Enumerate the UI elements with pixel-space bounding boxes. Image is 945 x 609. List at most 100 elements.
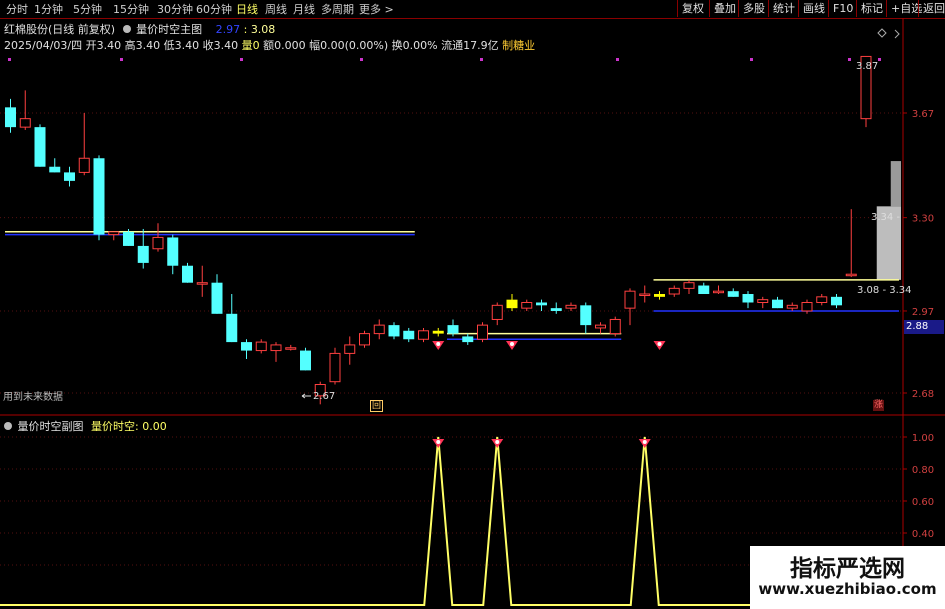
future-data-note: 用到未来数据 xyxy=(3,392,63,403)
candle-body xyxy=(108,231,120,236)
candle-body xyxy=(727,291,739,297)
candle-body xyxy=(831,296,842,306)
watermark-url: www.xuezhibiao.com xyxy=(758,580,937,598)
sub-y-tick-label: 1.00 xyxy=(912,433,934,444)
main-y-tick-label: 2.97 xyxy=(912,307,934,318)
current-price-tag: 2.88 xyxy=(904,320,944,334)
top-marker-dot xyxy=(240,58,243,61)
candle-body xyxy=(123,231,134,246)
candle-body xyxy=(550,308,562,311)
watermark: 指标严选网 www.xuezhibiao.com xyxy=(750,546,945,609)
candle-body xyxy=(241,342,252,351)
candle-body xyxy=(270,344,282,352)
candle-body xyxy=(536,302,547,306)
candle-body xyxy=(786,304,798,309)
top-marker-dot xyxy=(480,58,483,61)
candle-body xyxy=(255,341,267,352)
sub-y-tick-label: 0.80 xyxy=(912,465,934,476)
candle-body xyxy=(373,324,385,335)
candle-body xyxy=(78,157,90,173)
candle-body xyxy=(845,273,857,277)
candle-body xyxy=(49,166,61,173)
top-marker-dot xyxy=(360,58,363,61)
candle-body xyxy=(137,245,149,263)
main-y-tick-label: 2.68 xyxy=(912,389,934,400)
candle-body xyxy=(654,294,665,297)
candle-body xyxy=(609,318,621,335)
candle-body xyxy=(329,352,341,383)
candle-body xyxy=(698,285,710,295)
top-marker-dot xyxy=(616,58,619,61)
candle-body xyxy=(196,282,208,285)
candle-body xyxy=(359,333,370,346)
top-marker-dot xyxy=(8,58,11,61)
candle-body xyxy=(182,265,193,283)
sub-signal-dot xyxy=(495,440,500,444)
sub-indicator-toggle-icon[interactable] xyxy=(4,422,12,430)
candle-body xyxy=(580,305,592,326)
candle-body xyxy=(491,304,503,320)
kline-chart[interactable]: 3.673.302.972.681.000.800.600.400.20 xyxy=(0,0,945,609)
main-y-tick-label: 3.30 xyxy=(912,214,934,225)
signal-marker-dot xyxy=(436,342,441,346)
high-price-label: 3.87 xyxy=(856,61,879,72)
candle-body xyxy=(816,296,828,303)
candle-body xyxy=(344,344,356,354)
candle-body xyxy=(462,336,474,343)
sub-y-tick-label: 0.40 xyxy=(912,529,934,540)
candle-body xyxy=(64,172,75,181)
candle-body xyxy=(639,293,651,297)
candle-body xyxy=(167,237,179,266)
sub-y-tick-label: 0.60 xyxy=(912,497,934,508)
candle-body xyxy=(403,330,415,340)
projection-box-upper xyxy=(890,161,901,207)
candle-body xyxy=(285,347,297,350)
diamond-control-icon xyxy=(877,28,887,38)
candle-body xyxy=(565,304,577,309)
candle-body xyxy=(713,290,724,294)
range-label-lower: 3.08 - 3.34 xyxy=(857,285,912,296)
event-marker-right[interactable]: 涨 xyxy=(873,400,885,411)
candle-body xyxy=(93,158,105,235)
range-label-upper: 3.34 - xyxy=(871,212,901,223)
sub-indicator-value: 0.00 xyxy=(142,420,167,433)
candle-body xyxy=(742,294,754,303)
candle-body xyxy=(624,290,636,309)
candle-body xyxy=(211,282,223,314)
top-marker-dot xyxy=(848,58,851,61)
sub-signal-dot xyxy=(642,440,647,444)
candle-body xyxy=(757,299,769,303)
candle-body xyxy=(388,325,400,337)
candle-body xyxy=(432,330,444,334)
top-marker-dot xyxy=(878,58,881,61)
signal-marker-dot xyxy=(510,342,514,346)
candle-body xyxy=(300,350,311,371)
top-marker-dot xyxy=(120,58,123,61)
candle-body xyxy=(772,299,783,309)
event-marker-left[interactable]: 回 xyxy=(370,400,384,412)
candle-body xyxy=(226,313,238,343)
sub-indicator-label: 量价时空: xyxy=(91,420,139,433)
candle-body xyxy=(5,107,16,128)
candle-body xyxy=(521,301,533,309)
signal-marker-dot xyxy=(657,342,662,346)
candle-body xyxy=(506,299,518,309)
top-marker-dot xyxy=(750,58,753,61)
candle-body xyxy=(418,330,429,340)
candle-body xyxy=(595,324,606,329)
sub-indicator-name[interactable]: 量价时空副图 xyxy=(18,420,84,433)
watermark-title: 指标严选网 xyxy=(790,556,905,582)
main-y-tick-label: 3.67 xyxy=(912,109,934,120)
sub-signal-dot xyxy=(436,440,441,444)
sub-chart-header: 量价时空副图 量价时空: 0.00 xyxy=(4,418,167,434)
candle-body xyxy=(801,301,813,312)
chevron-right-icon xyxy=(894,29,900,39)
candle-body xyxy=(668,287,680,295)
candle-body xyxy=(152,236,164,250)
low-price-label: 2.67 xyxy=(313,391,336,402)
candle-body xyxy=(477,324,488,340)
candle-body xyxy=(447,325,459,334)
candle-body xyxy=(19,118,31,128)
candle-body xyxy=(683,282,695,289)
candle-body xyxy=(34,127,46,167)
